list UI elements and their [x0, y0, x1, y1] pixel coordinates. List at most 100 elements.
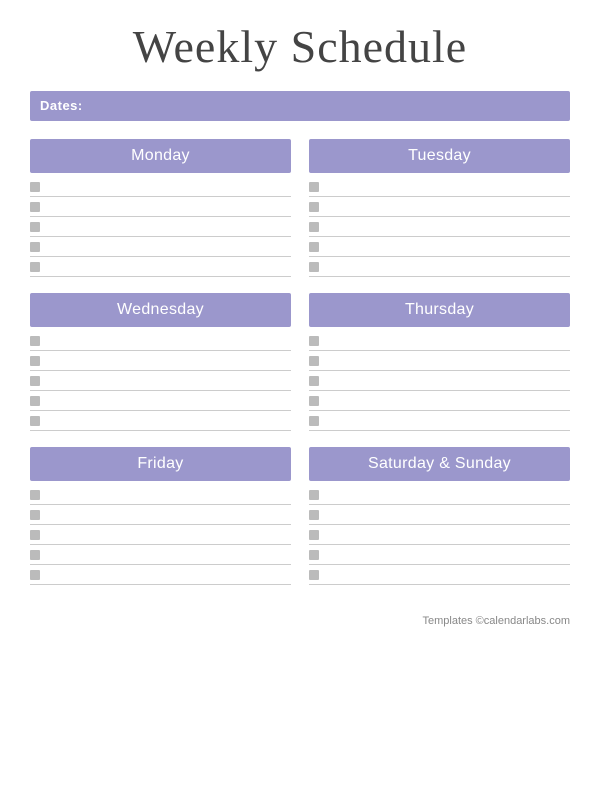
dates-label: Dates: — [40, 98, 83, 113]
checkbox-icon — [309, 510, 319, 520]
day-lines-friday — [30, 485, 291, 585]
checkbox-icon — [309, 376, 319, 386]
day-line — [309, 565, 570, 585]
day-line — [30, 505, 291, 525]
checkbox-icon — [30, 530, 40, 540]
line-space — [325, 421, 570, 422]
line-space — [325, 515, 570, 516]
day-section-saturday-sunday: Saturday & Sunday — [309, 447, 570, 585]
line-space — [46, 381, 291, 382]
line-space — [325, 381, 570, 382]
day-header-friday: Friday — [30, 447, 291, 481]
checkbox-icon — [30, 202, 40, 212]
day-line — [309, 351, 570, 371]
checkbox-icon — [309, 242, 319, 252]
day-line — [309, 505, 570, 525]
checkbox-icon — [30, 222, 40, 232]
day-line — [309, 331, 570, 351]
day-line — [30, 351, 291, 371]
line-space — [325, 267, 570, 268]
day-line — [30, 391, 291, 411]
day-line — [30, 331, 291, 351]
day-line — [309, 485, 570, 505]
line-space — [46, 361, 291, 362]
line-space — [46, 555, 291, 556]
line-space — [325, 227, 570, 228]
checkbox-icon — [30, 356, 40, 366]
checkbox-icon — [309, 356, 319, 366]
line-space — [325, 535, 570, 536]
line-space — [46, 207, 291, 208]
checkbox-icon — [30, 416, 40, 426]
day-line — [30, 371, 291, 391]
checkbox-icon — [30, 242, 40, 252]
checkbox-icon — [309, 550, 319, 560]
line-space — [46, 495, 291, 496]
schedule-grid: MondayTuesdayWednesdayThursdayFridaySatu… — [30, 139, 570, 601]
day-line — [309, 257, 570, 277]
day-line — [30, 545, 291, 565]
checkbox-icon — [30, 396, 40, 406]
day-line — [309, 177, 570, 197]
checkbox-icon — [309, 570, 319, 580]
line-space — [325, 401, 570, 402]
checkbox-icon — [30, 510, 40, 520]
checkbox-icon — [309, 396, 319, 406]
checkbox-icon — [309, 222, 319, 232]
line-space — [46, 267, 291, 268]
footer: Templates ©calendarlabs.com — [30, 615, 570, 627]
day-line — [309, 197, 570, 217]
checkbox-icon — [309, 490, 319, 500]
line-space — [46, 247, 291, 248]
page-title: Weekly Schedule — [30, 20, 570, 73]
day-line — [30, 177, 291, 197]
checkbox-icon — [30, 376, 40, 386]
checkbox-icon — [309, 530, 319, 540]
day-lines-thursday — [309, 331, 570, 431]
line-space — [325, 555, 570, 556]
day-line — [30, 257, 291, 277]
line-space — [325, 361, 570, 362]
checkbox-icon — [309, 262, 319, 272]
line-space — [46, 341, 291, 342]
day-line — [30, 485, 291, 505]
day-lines-tuesday — [309, 177, 570, 277]
line-space — [325, 341, 570, 342]
day-line — [30, 237, 291, 257]
line-space — [325, 247, 570, 248]
day-line — [309, 391, 570, 411]
day-section-monday: Monday — [30, 139, 291, 277]
line-space — [46, 535, 291, 536]
line-space — [325, 495, 570, 496]
line-space — [46, 515, 291, 516]
day-header-tuesday: Tuesday — [309, 139, 570, 173]
day-lines-saturday-sunday — [309, 485, 570, 585]
checkbox-icon — [309, 416, 319, 426]
day-line — [309, 525, 570, 545]
day-line — [309, 411, 570, 431]
day-line — [309, 545, 570, 565]
checkbox-icon — [309, 202, 319, 212]
day-line — [30, 525, 291, 545]
line-space — [325, 187, 570, 188]
checkbox-icon — [309, 182, 319, 192]
day-header-saturday-sunday: Saturday & Sunday — [309, 447, 570, 481]
checkbox-icon — [30, 570, 40, 580]
line-space — [46, 227, 291, 228]
day-line — [30, 197, 291, 217]
day-section-tuesday: Tuesday — [309, 139, 570, 277]
dates-bar: Dates: — [30, 91, 570, 121]
line-space — [46, 401, 291, 402]
line-space — [46, 421, 291, 422]
checkbox-icon — [30, 262, 40, 272]
day-lines-wednesday — [30, 331, 291, 431]
day-line — [309, 237, 570, 257]
checkbox-icon — [30, 182, 40, 192]
day-header-monday: Monday — [30, 139, 291, 173]
line-space — [46, 575, 291, 576]
day-line — [309, 371, 570, 391]
checkbox-icon — [30, 550, 40, 560]
day-line — [30, 411, 291, 431]
checkbox-icon — [30, 490, 40, 500]
checkbox-icon — [30, 336, 40, 346]
